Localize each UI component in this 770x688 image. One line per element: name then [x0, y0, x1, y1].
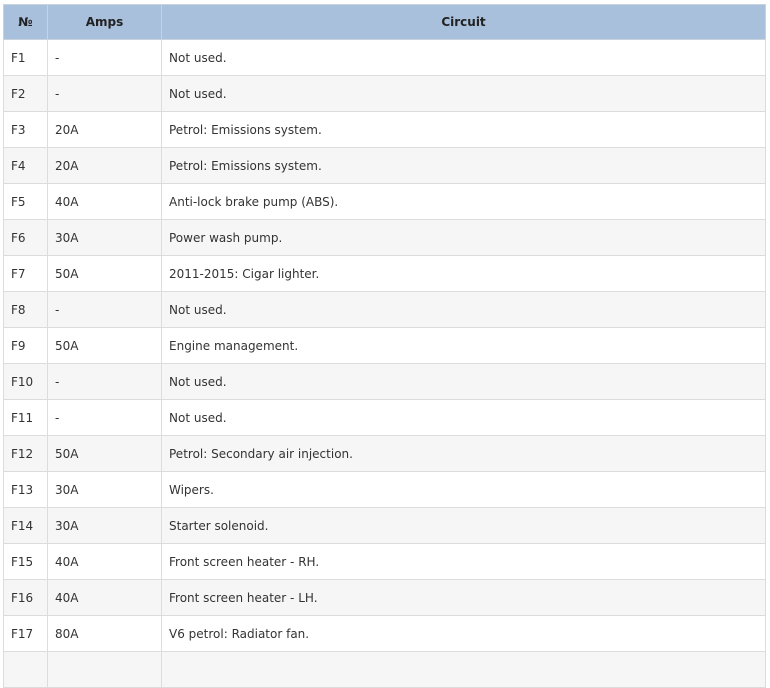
fuse-circuit-cell: Not used. [161, 399, 766, 436]
table-row: F3 20A Petrol: Emissions system. [3, 111, 766, 148]
fuse-circuit-cell: Power wash pump. [161, 219, 766, 256]
table-row: F1- Not used. [3, 39, 766, 76]
fuse-amps-cell: - [47, 291, 162, 328]
fuse-circuit-cell: Petrol: Emissions system. [161, 147, 766, 184]
table-row: F13 30A Wipers. [3, 471, 766, 508]
fuse-number-cell: F16 [3, 579, 48, 616]
fuse-circuit-cell: Petrol: Secondary air injection. [161, 435, 766, 472]
fuse-circuit-cell: Starter solenoid. [161, 507, 766, 544]
fuse-table: № Amps Circuit F1- Not used. F2- Not used. F… [3, 4, 766, 688]
fuse-amps-cell: 30A [47, 471, 162, 508]
fuse-circuit-cell: Petrol: Emissions system. [161, 111, 766, 148]
fuse-number-cell: F1 [3, 39, 48, 76]
table-row: F4 20A Petrol: Emissions system. [3, 147, 766, 184]
fuse-amps-cell: - [47, 39, 162, 76]
fuse-number-cell: F2 [3, 75, 48, 112]
table-row: F16 40A Front screen heater - LH. [3, 579, 766, 616]
fuse-amps-cell: 40A [47, 579, 162, 616]
fuse-circuit-cell: Wipers. [161, 471, 766, 508]
fuse-number-cell: F15 [3, 543, 48, 580]
fuse-amps-cell: 20A [47, 147, 162, 184]
fuse-number-cell: F11 [3, 399, 48, 436]
column-header-number: № [3, 4, 48, 40]
fuse-table-container: № Amps Circuit F1- Not used. F2- Not used. F… [3, 4, 766, 688]
fuse-amps-cell: 50A [47, 255, 162, 292]
fuse-amps-cell: 50A [47, 435, 162, 472]
fuse-amps-cell: - [47, 363, 162, 400]
fuse-circuit-cell [161, 651, 766, 688]
fuse-number-cell: F4 [3, 147, 48, 184]
table-row: F11- Not used. [3, 399, 766, 436]
table-row: F17 80A V6 petrol: Radiator fan. [3, 615, 766, 652]
fuse-number-cell: F14 [3, 507, 48, 544]
fuse-circuit-cell: V6 petrol: Radiator fan. [161, 615, 766, 652]
fuse-circuit-cell: Front screen heater - RH. [161, 543, 766, 580]
fuse-circuit-cell: Not used. [161, 363, 766, 400]
table-row: F2- Not used. [3, 75, 766, 112]
fuse-amps-cell: 30A [47, 507, 162, 544]
column-header-circuit: Circuit [161, 4, 766, 40]
fuse-amps-cell: 40A [47, 183, 162, 220]
fuse-amps-cell: 30A [47, 219, 162, 256]
fuse-number-cell: F5 [3, 183, 48, 220]
fuse-number-cell: F12 [3, 435, 48, 472]
fuse-circuit-cell: Anti-lock brake pump (ABS). [161, 183, 766, 220]
fuse-amps-cell: 40A [47, 543, 162, 580]
table-row: F12 50A Petrol: Secondary air injection. [3, 435, 766, 472]
fuse-number-cell: F17 [3, 615, 48, 652]
fuse-number-cell: F13 [3, 471, 48, 508]
fuse-amps-cell [47, 651, 162, 688]
fuse-number-cell: F3 [3, 111, 48, 148]
table-header-row: № Amps Circuit [3, 4, 766, 40]
fuse-number-cell: F7 [3, 255, 48, 292]
table-row: F6 30A Power wash pump. [3, 219, 766, 256]
fuse-number-cell: F10 [3, 363, 48, 400]
table-body: F1- Not used. F2- Not used. F3 20A Petrol: Emi… [3, 39, 766, 688]
fuse-circuit-cell: Not used. [161, 75, 766, 112]
table-row: F8- Not used. [3, 291, 766, 328]
fuse-number-cell: F9 [3, 327, 48, 364]
table-row: F14 30A Starter solenoid. [3, 507, 766, 544]
fuse-circuit-cell: Not used. [161, 39, 766, 76]
table-row: F7 50A 2011-2015: Cigar lighter. [3, 255, 766, 292]
column-header-amps: Amps [47, 4, 162, 40]
fuse-circuit-cell: Not used. [161, 291, 766, 328]
table-row: F15 40A Front screen heater - RH. [3, 543, 766, 580]
fuse-number-cell: F8 [3, 291, 48, 328]
fuse-circuit-cell: 2011-2015: Cigar lighter. [161, 255, 766, 292]
fuse-circuit-cell: Front screen heater - LH. [161, 579, 766, 616]
table-row: F10- Not used. [3, 363, 766, 400]
fuse-number-cell: F6 [3, 219, 48, 256]
table-row: F9 50A Engine management. [3, 327, 766, 364]
fuse-number-cell [3, 651, 48, 688]
table-row: F5 40A Anti-lock brake pump (ABS). [3, 183, 766, 220]
fuse-amps-cell: 20A [47, 111, 162, 148]
fuse-amps-cell: 80A [47, 615, 162, 652]
fuse-circuit-cell: Engine management. [161, 327, 766, 364]
fuse-amps-cell: 50A [47, 327, 162, 364]
fuse-amps-cell: - [47, 75, 162, 112]
fuse-amps-cell: - [47, 399, 162, 436]
table-row [3, 651, 766, 688]
